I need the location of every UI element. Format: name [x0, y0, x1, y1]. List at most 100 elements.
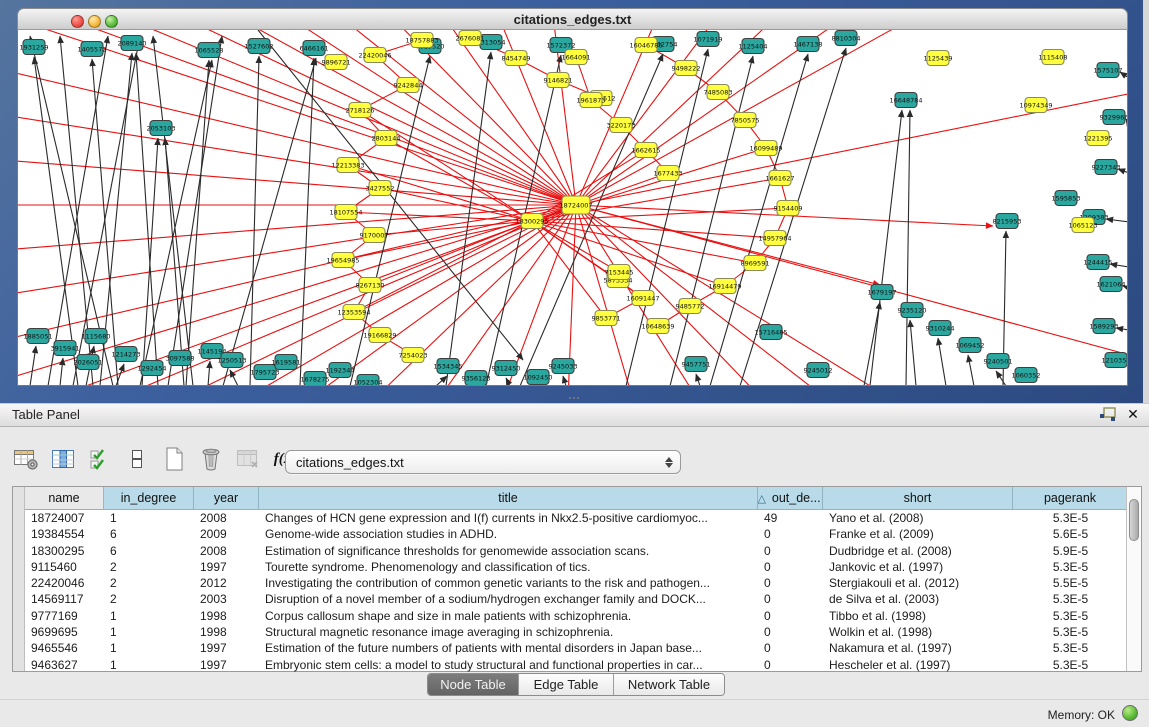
column-header-name[interactable]: name — [25, 487, 104, 510]
table-row[interactable]: 1830029562008Estimation of significance … — [25, 543, 1128, 559]
table-row[interactable]: 977716911998Corpus callosum shape and si… — [25, 608, 1128, 624]
table-row[interactable]: 1456911722003Disruption of a novel membe… — [25, 591, 1128, 607]
network-node[interactable]: 1534345 — [434, 359, 463, 374]
table-row[interactable]: 969969511998Structural magnetic resonanc… — [25, 624, 1128, 640]
network-node[interactable]: 1115680 — [82, 329, 111, 344]
network-node[interactable]: 1210351 — [1102, 353, 1128, 368]
network-node[interactable]: 1679197 — [868, 285, 897, 300]
network-node[interactable]: 9312450 — [492, 361, 521, 376]
network-node[interactable]: 10648639 — [641, 319, 674, 334]
network-node[interactable]: 9245033 — [549, 359, 578, 374]
network-node[interactable]: 1589293 — [1090, 319, 1119, 334]
network-node[interactable]: 1961873 — [577, 93, 606, 108]
network-node[interactable]: 1661627 — [766, 171, 795, 186]
network-node[interactable]: 1595853 — [1052, 191, 1081, 206]
table-settings-icon[interactable] — [12, 445, 40, 473]
network-node[interactable]: 2026051 — [74, 355, 103, 370]
network-node[interactable]: 14957964 — [758, 231, 791, 246]
network-node[interactable]: 1221395 — [1084, 131, 1113, 146]
show-column-icon[interactable] — [49, 445, 77, 473]
column-header-out_degree[interactable]: △out_de... — [758, 487, 823, 510]
column-header-pagerank[interactable]: pagerank — [1013, 487, 1128, 510]
column-header-in_degree[interactable]: in_degree — [104, 487, 194, 510]
network-node[interactable]: 9240501 — [984, 354, 1013, 369]
close-icon[interactable]: ✕ — [1124, 405, 1142, 423]
network-canvas[interactable]: 1931259140557220891401065528152760264661… — [17, 30, 1128, 386]
network-node[interactable]: 18107554 — [329, 205, 362, 220]
network-node[interactable]: 1677433 — [654, 166, 683, 181]
network-node[interactable]: 9146821 — [544, 73, 573, 88]
table-scrollbar-track[interactable] — [1126, 487, 1141, 671]
network-node[interactable]: 8267130 — [356, 278, 385, 293]
network-node[interactable]: 1069452 — [956, 338, 985, 353]
network-node[interactable]: 1065528 — [195, 43, 224, 58]
network-node[interactable]: 1405572 — [78, 42, 107, 57]
network-node[interactable]: 7485083 — [704, 85, 733, 100]
new-table-icon[interactable] — [160, 445, 188, 473]
network-node[interactable]: 1662615 — [632, 143, 661, 158]
network-node[interactable]: 7153445 — [605, 265, 634, 280]
table-row[interactable]: 946362711997Embryonic stem cells: a mode… — [25, 657, 1128, 673]
network-node[interactable]: 1619581 — [272, 355, 301, 370]
network-node[interactable]: 18300295 — [515, 214, 548, 229]
network-node[interactable]: 19166829 — [363, 328, 396, 343]
network-node[interactable]: 1292454 — [138, 361, 167, 376]
float-panel-icon[interactable] — [1098, 407, 1118, 423]
table-row[interactable]: 2242004622012Investigating the contribut… — [25, 575, 1128, 591]
column-header-title[interactable]: title — [259, 487, 758, 510]
network-node[interactable]: 1214273 — [112, 347, 141, 362]
network-node[interactable]: 3915941 — [51, 341, 80, 356]
window-zoom-button[interactable] — [105, 15, 118, 28]
network-node[interactable]: 9498222 — [672, 61, 701, 76]
network-node[interactable]: 1575107 — [1094, 63, 1123, 78]
delete-table-icon[interactable] — [197, 445, 225, 473]
network-node[interactable]: 1071919 — [694, 32, 723, 47]
network-node[interactable]: 9227343 — [1092, 160, 1121, 175]
network-node[interactable]: 7850575 — [731, 113, 760, 128]
network-node[interactable]: 1192344 — [326, 363, 355, 378]
import-table-icon[interactable] — [234, 445, 262, 473]
network-node[interactable]: 18724007 — [559, 196, 592, 214]
network-node[interactable]: 9853771 — [592, 311, 621, 326]
network-node[interactable]: 1065123 — [1069, 218, 1098, 233]
network-node[interactable]: 1621064 — [1097, 277, 1126, 292]
network-node[interactable]: 9356123 — [462, 371, 491, 386]
network-node[interactable]: 1467138 — [794, 37, 823, 52]
network-window-titlebar[interactable]: citations_edges.txt — [17, 8, 1128, 30]
table-row[interactable]: 946554611997Estimation of the future num… — [25, 640, 1128, 656]
network-node[interactable]: 2676081 — [456, 31, 485, 46]
network-node[interactable]: 1125439 — [924, 51, 953, 66]
network-node[interactable]: 16648784 — [889, 93, 922, 108]
network-node[interactable]: 1125404 — [739, 39, 768, 54]
network-node[interactable]: 1527602 — [245, 39, 274, 54]
network-node[interactable]: 2803144 — [372, 131, 401, 146]
window-close-button[interactable] — [71, 15, 84, 28]
network-node[interactable]: 3220173 — [607, 118, 636, 133]
network-node[interactable]: 2089140 — [118, 36, 147, 51]
network-node[interactable]: 19654985 — [326, 253, 359, 268]
network-node[interactable]: 9329966 — [1100, 110, 1128, 125]
network-node[interactable]: 1092450 — [524, 370, 553, 385]
table-select-dropdown[interactable]: citations_edges.txt — [285, 450, 681, 474]
network-node[interactable]: 7254023 — [399, 348, 428, 363]
network-node[interactable]: 22420046 — [358, 48, 391, 63]
network-node[interactable]: 1664091 — [562, 50, 591, 65]
network-node[interactable]: 3427552 — [366, 181, 395, 196]
table-row[interactable]: 1872400712008Changes of HCN gene express… — [25, 510, 1128, 526]
column-header-year[interactable]: year — [194, 487, 259, 510]
network-node[interactable]: 9245012 — [804, 363, 833, 378]
network-node[interactable]: 1115408 — [1039, 50, 1068, 65]
network-node[interactable]: 9485772 — [676, 299, 705, 314]
network-node[interactable]: 2718126 — [346, 103, 375, 118]
table-row[interactable]: 911546021997Tourette syndrome. Phenomeno… — [25, 559, 1128, 575]
tab-edge-table[interactable]: Edge Table — [519, 674, 614, 695]
select-rows-icon[interactable] — [86, 445, 114, 473]
column-header-short[interactable]: short — [823, 487, 1013, 510]
network-node[interactable]: 9170007 — [360, 228, 389, 243]
network-node[interactable]: 12353594 — [337, 305, 370, 320]
network-node[interactable]: 15716485 — [754, 325, 787, 340]
network-node[interactable]: 6466161 — [300, 41, 329, 56]
window-minimize-button[interactable] — [88, 15, 101, 28]
network-view[interactable]: 1931259140557220891401065528152760264661… — [18, 30, 1128, 386]
network-node[interactable]: 1244415 — [1084, 255, 1113, 270]
